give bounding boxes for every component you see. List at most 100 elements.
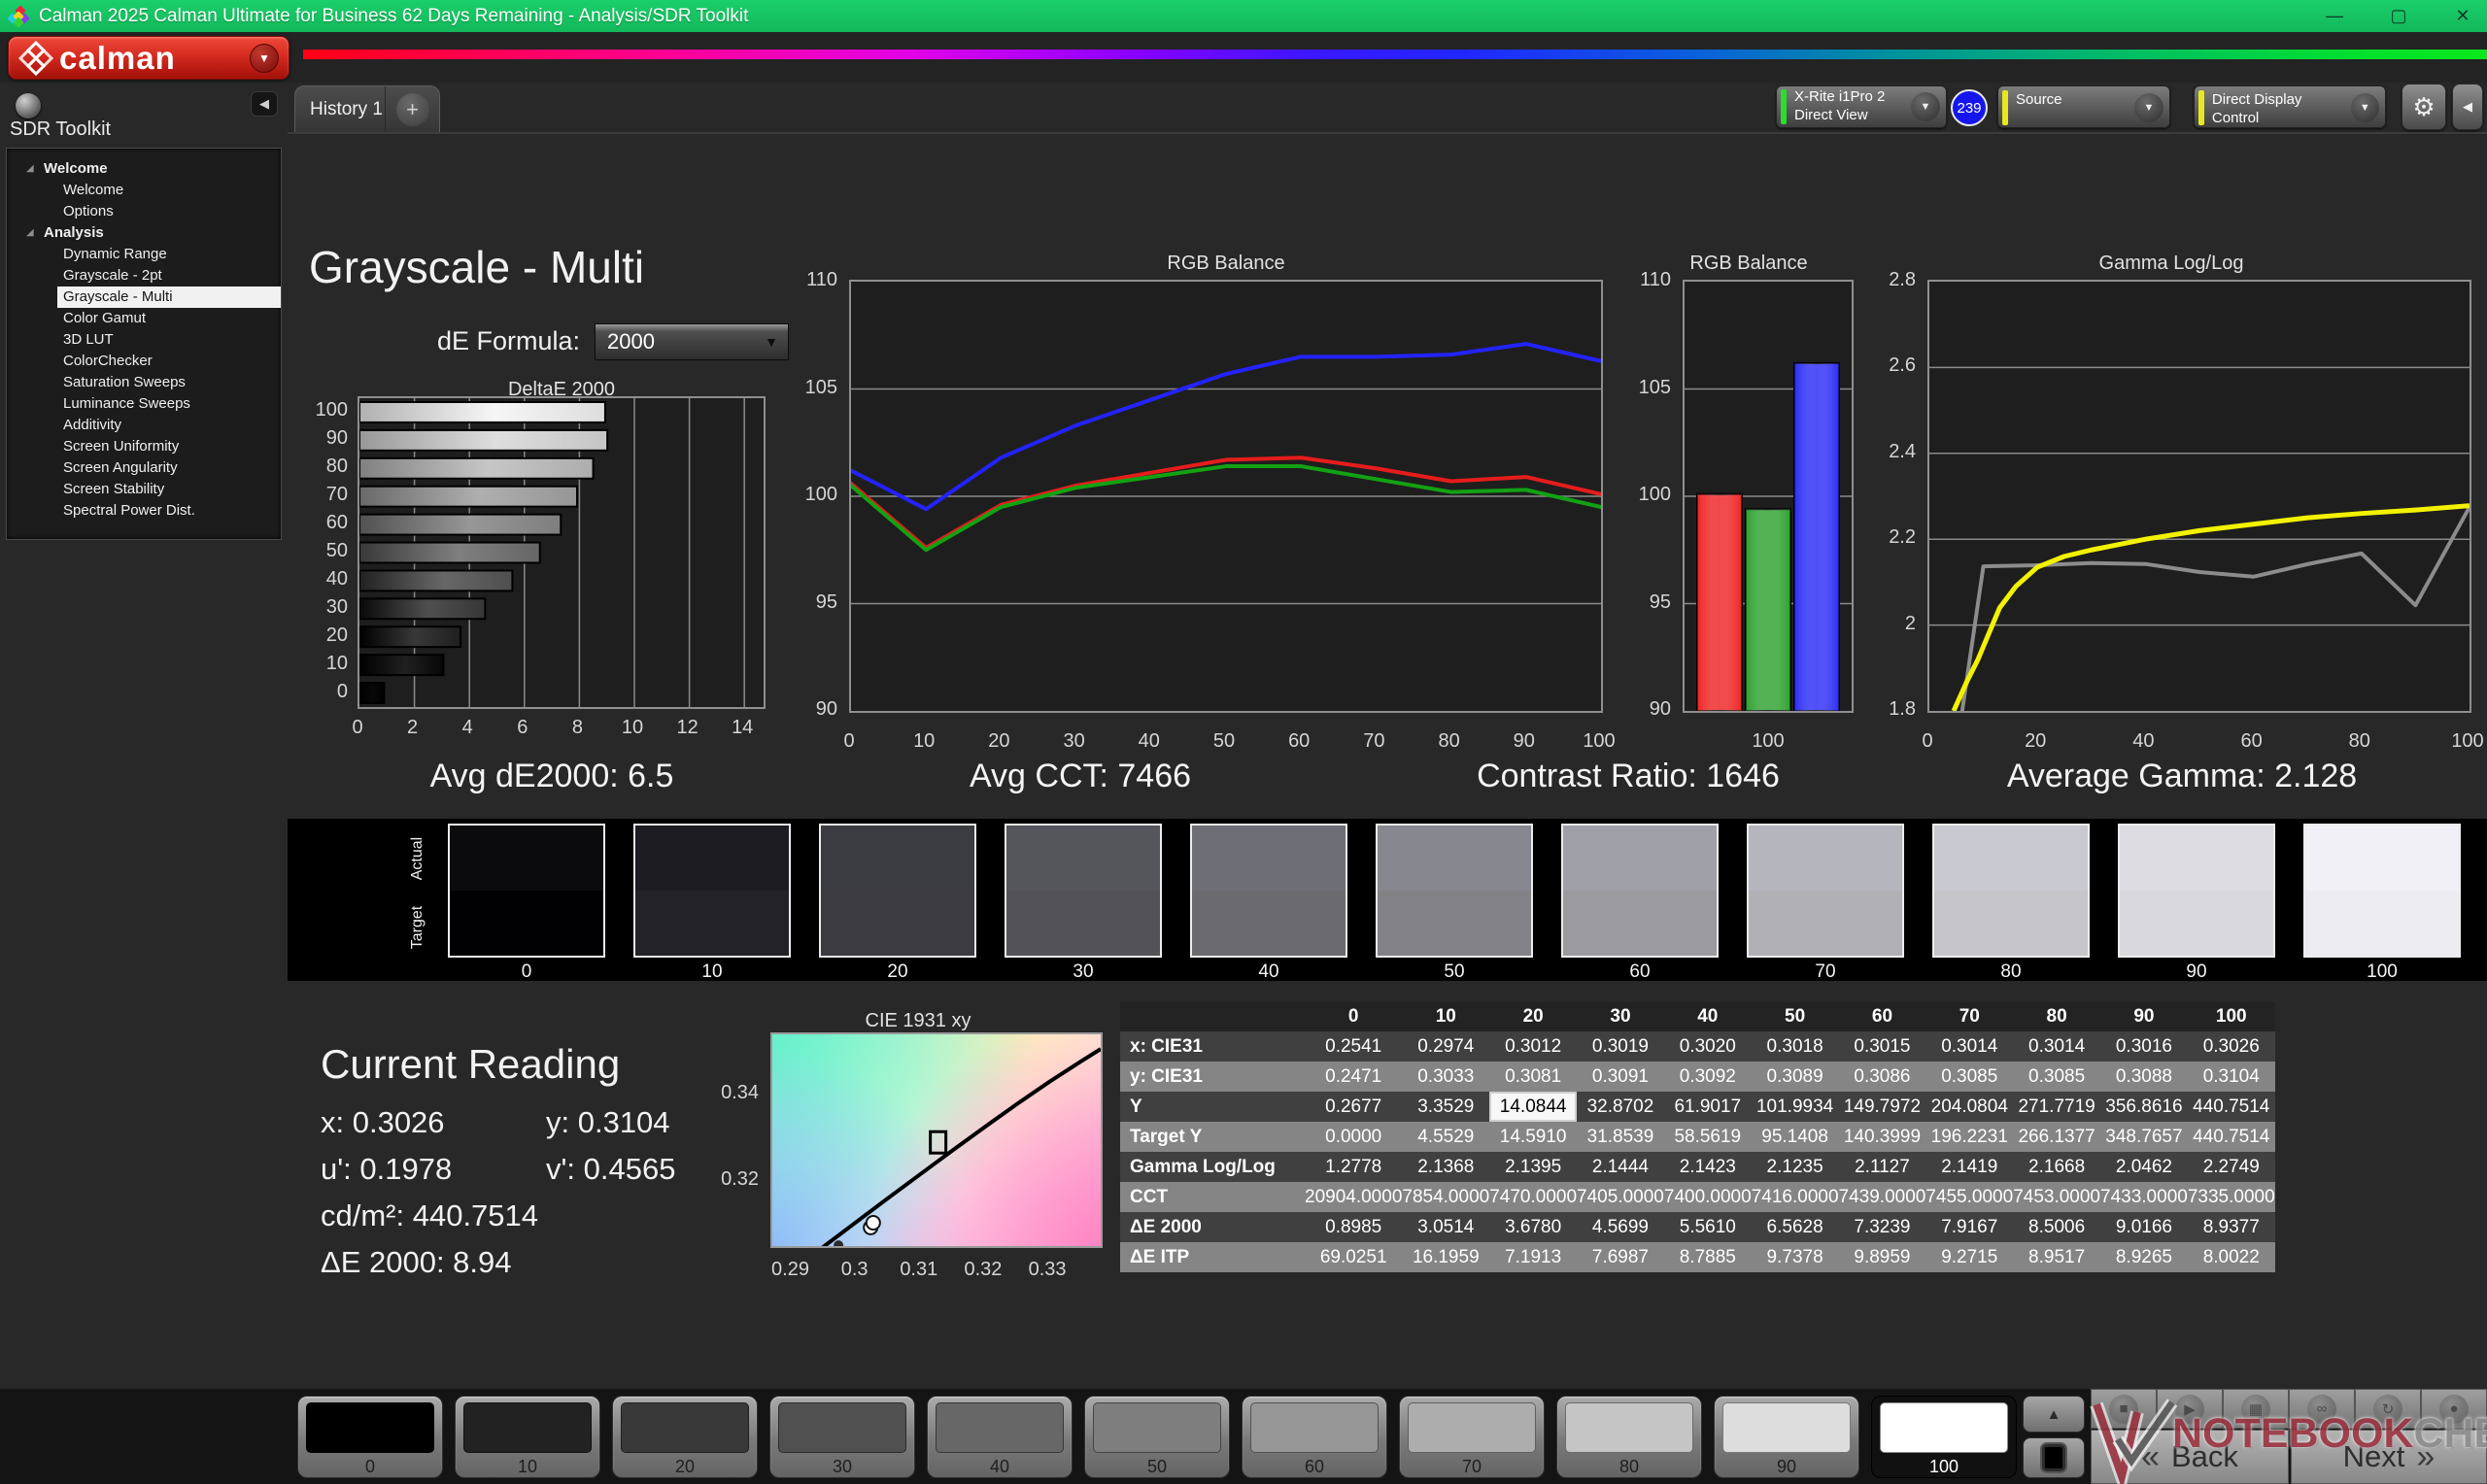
sidebar-item-screen-uniformity[interactable]: Screen Uniformity bbox=[7, 436, 281, 457]
table-cell[interactable]: 0.3085 bbox=[1925, 1062, 2013, 1092]
table-cell[interactable]: 2.1668 bbox=[2013, 1152, 2100, 1182]
calman-menu-button[interactable]: calman ▼ bbox=[8, 36, 290, 80]
table-cell[interactable]: 2.1419 bbox=[1925, 1152, 2013, 1182]
tree-expander-icon[interactable]: ◢ bbox=[26, 158, 34, 180]
table-cell[interactable]: 0.2471 bbox=[1305, 1062, 1402, 1092]
table-cell[interactable]: 0.3012 bbox=[1489, 1031, 1577, 1062]
table-cell[interactable]: 2.1444 bbox=[1577, 1152, 1664, 1182]
pattern-scroll-up-button[interactable]: ▲ bbox=[2023, 1396, 2085, 1433]
settings-button[interactable]: ⚙ bbox=[2402, 84, 2446, 130]
toolbar-button-stop[interactable]: ■ bbox=[2091, 1389, 2157, 1429]
pattern-button-20[interactable]: 20 bbox=[612, 1396, 758, 1478]
pattern-button-80[interactable]: 80 bbox=[1556, 1396, 1702, 1478]
table-cell[interactable]: 61.9017 bbox=[1664, 1092, 1752, 1122]
table-cell[interactable]: 440.7514 bbox=[2188, 1122, 2275, 1152]
sidebar-item-luminance-sweeps[interactable]: Luminance Sweeps bbox=[7, 393, 281, 415]
table-cell[interactable]: 0.3091 bbox=[1577, 1062, 1664, 1092]
table-cell[interactable]: 0.2677 bbox=[1305, 1092, 1402, 1122]
table-cell[interactable]: 5.5610 bbox=[1664, 1212, 1752, 1242]
sidebar-item-screen-stability[interactable]: Screen Stability bbox=[7, 479, 281, 500]
sidebar-item-options[interactable]: Options bbox=[7, 201, 281, 222]
table-cell[interactable]: 0.3104 bbox=[2188, 1062, 2275, 1092]
table-cell[interactable]: 440.7514 bbox=[2188, 1092, 2275, 1122]
table-cell[interactable]: 6.5628 bbox=[1752, 1212, 1839, 1242]
table-cell[interactable]: 58.5619 bbox=[1664, 1122, 1752, 1152]
table-cell[interactable]: 95.1408 bbox=[1752, 1122, 1839, 1152]
table-cell[interactable]: 69.0251 bbox=[1305, 1242, 1402, 1272]
table-cell[interactable]: 0.3019 bbox=[1577, 1031, 1664, 1062]
history-tab[interactable]: History 1 + bbox=[294, 85, 440, 133]
table-cell[interactable]: 9.0166 bbox=[2100, 1212, 2188, 1242]
table-cell[interactable]: 0.3018 bbox=[1752, 1031, 1839, 1062]
table-cell[interactable]: 196.2231 bbox=[1925, 1122, 2013, 1152]
table-cell[interactable]: 140.3999 bbox=[1839, 1122, 1926, 1152]
table-cell[interactable]: 3.6780 bbox=[1489, 1212, 1577, 1242]
table-cell[interactable]: 7433.0000 bbox=[2100, 1182, 2188, 1212]
toolbar-button-loop[interactable]: ∞ bbox=[2289, 1389, 2355, 1429]
pattern-button-10[interactable]: 10 bbox=[455, 1396, 600, 1478]
table-cell[interactable]: 149.7972 bbox=[1839, 1092, 1926, 1122]
table-cell[interactable]: 2.0462 bbox=[2100, 1152, 2188, 1182]
table-cell[interactable]: 2.2749 bbox=[2188, 1152, 2275, 1182]
pattern-button-100[interactable]: 100 bbox=[1871, 1396, 2017, 1478]
table-cell[interactable]: 0.3092 bbox=[1664, 1062, 1752, 1092]
table-cell[interactable]: 7400.0000 bbox=[1664, 1182, 1752, 1212]
table-cell[interactable]: 0.3085 bbox=[2013, 1062, 2100, 1092]
sidebar-collapse-button[interactable]: ◀ bbox=[251, 91, 278, 117]
table-cell[interactable]: 8.9265 bbox=[2100, 1242, 2188, 1272]
table-cell[interactable]: 0.3089 bbox=[1752, 1062, 1839, 1092]
table-cell[interactable]: 2.1368 bbox=[1402, 1152, 1489, 1182]
table-cell[interactable]: 0.3081 bbox=[1489, 1062, 1577, 1092]
table-cell[interactable]: 8.9377 bbox=[2188, 1212, 2275, 1242]
sidebar-item-screen-angularity[interactable]: Screen Angularity bbox=[7, 457, 281, 479]
table-cell[interactable]: 20904.0000 bbox=[1305, 1182, 1402, 1212]
table-cell[interactable]: 4.5529 bbox=[1402, 1122, 1489, 1152]
pattern-button-40[interactable]: 40 bbox=[927, 1396, 1073, 1478]
maximize-icon[interactable]: ▢ bbox=[2388, 6, 2409, 26]
table-cell[interactable]: 0.3014 bbox=[2013, 1031, 2100, 1062]
sidebar-item-3d-lut[interactable]: 3D LUT bbox=[7, 329, 281, 351]
table-cell[interactable]: 7335.0000 bbox=[2188, 1182, 2275, 1212]
meter-dropdown[interactable]: X-Rite i1Pro 2 Direct View ▼ bbox=[1776, 85, 1947, 128]
add-tab-button[interactable]: + bbox=[385, 86, 439, 133]
sidebar-group-welcome[interactable]: ◢Welcome bbox=[7, 158, 281, 180]
table-cell[interactable]: 14.5910 bbox=[1489, 1122, 1577, 1152]
sidebar-item-welcome[interactable]: Welcome bbox=[7, 180, 281, 201]
table-cell[interactable]: 0.8985 bbox=[1305, 1212, 1402, 1242]
table-cell[interactable]: 7455.0000 bbox=[1925, 1182, 2013, 1212]
back-button[interactable]: « Back bbox=[2091, 1430, 2289, 1484]
table-cell[interactable]: 0.3014 bbox=[1925, 1031, 2013, 1062]
table-cell[interactable]: 101.9934 bbox=[1752, 1092, 1839, 1122]
table-cell[interactable]: 0.2974 bbox=[1402, 1031, 1489, 1062]
table-cell[interactable]: 7.3239 bbox=[1839, 1212, 1926, 1242]
sidebar-item-grayscale-multi[interactable]: Grayscale - Multi bbox=[57, 287, 281, 308]
toolbar-button-record[interactable]: ● bbox=[2421, 1389, 2487, 1429]
table-cell[interactable]: 8.5006 bbox=[2013, 1212, 2100, 1242]
table-cell[interactable]: 31.8539 bbox=[1577, 1122, 1664, 1152]
table-cell[interactable]: 7405.0000 bbox=[1577, 1182, 1664, 1212]
table-cell[interactable]: 0.3033 bbox=[1402, 1062, 1489, 1092]
toolbar-button-refresh[interactable]: ↻ bbox=[2355, 1389, 2421, 1429]
table-cell[interactable]: 3.0514 bbox=[1402, 1212, 1489, 1242]
table-cell[interactable]: 7.9167 bbox=[1925, 1212, 2013, 1242]
table-cell[interactable]: 0.3016 bbox=[2100, 1031, 2188, 1062]
table-cell[interactable]: 2.1127 bbox=[1839, 1152, 1926, 1182]
table-cell[interactable]: 9.2715 bbox=[1925, 1242, 2013, 1272]
table-cell[interactable]: 0.0000 bbox=[1305, 1122, 1402, 1152]
tree-expander-icon[interactable]: ◢ bbox=[26, 222, 34, 244]
table-cell[interactable]: 4.5699 bbox=[1577, 1212, 1664, 1242]
table-cell[interactable]: 2.1423 bbox=[1664, 1152, 1752, 1182]
table-cell[interactable]: 7.6987 bbox=[1577, 1242, 1664, 1272]
sidebar-item-color-gamut[interactable]: Color Gamut bbox=[7, 308, 281, 329]
toolbar-button-play[interactable]: ▶ bbox=[2157, 1389, 2223, 1429]
table-cell[interactable]: 14.0844 bbox=[1489, 1092, 1577, 1122]
panel-collapse-button[interactable]: ◀ bbox=[2452, 84, 2483, 130]
sidebar-item-dynamic-range[interactable]: Dynamic Range bbox=[7, 244, 281, 265]
table-cell[interactable]: 7453.0000 bbox=[2013, 1182, 2100, 1212]
table-cell[interactable]: 2.1395 bbox=[1489, 1152, 1577, 1182]
pattern-button-60[interactable]: 60 bbox=[1242, 1396, 1387, 1478]
source-dropdown[interactable]: Source ▼ bbox=[1997, 85, 2170, 128]
pattern-button-90[interactable]: 90 bbox=[1714, 1396, 1859, 1478]
sidebar-group-analysis[interactable]: ◢Analysis bbox=[7, 222, 281, 244]
toolbar-button-pattern-levels[interactable]: ▦ bbox=[2223, 1389, 2289, 1429]
